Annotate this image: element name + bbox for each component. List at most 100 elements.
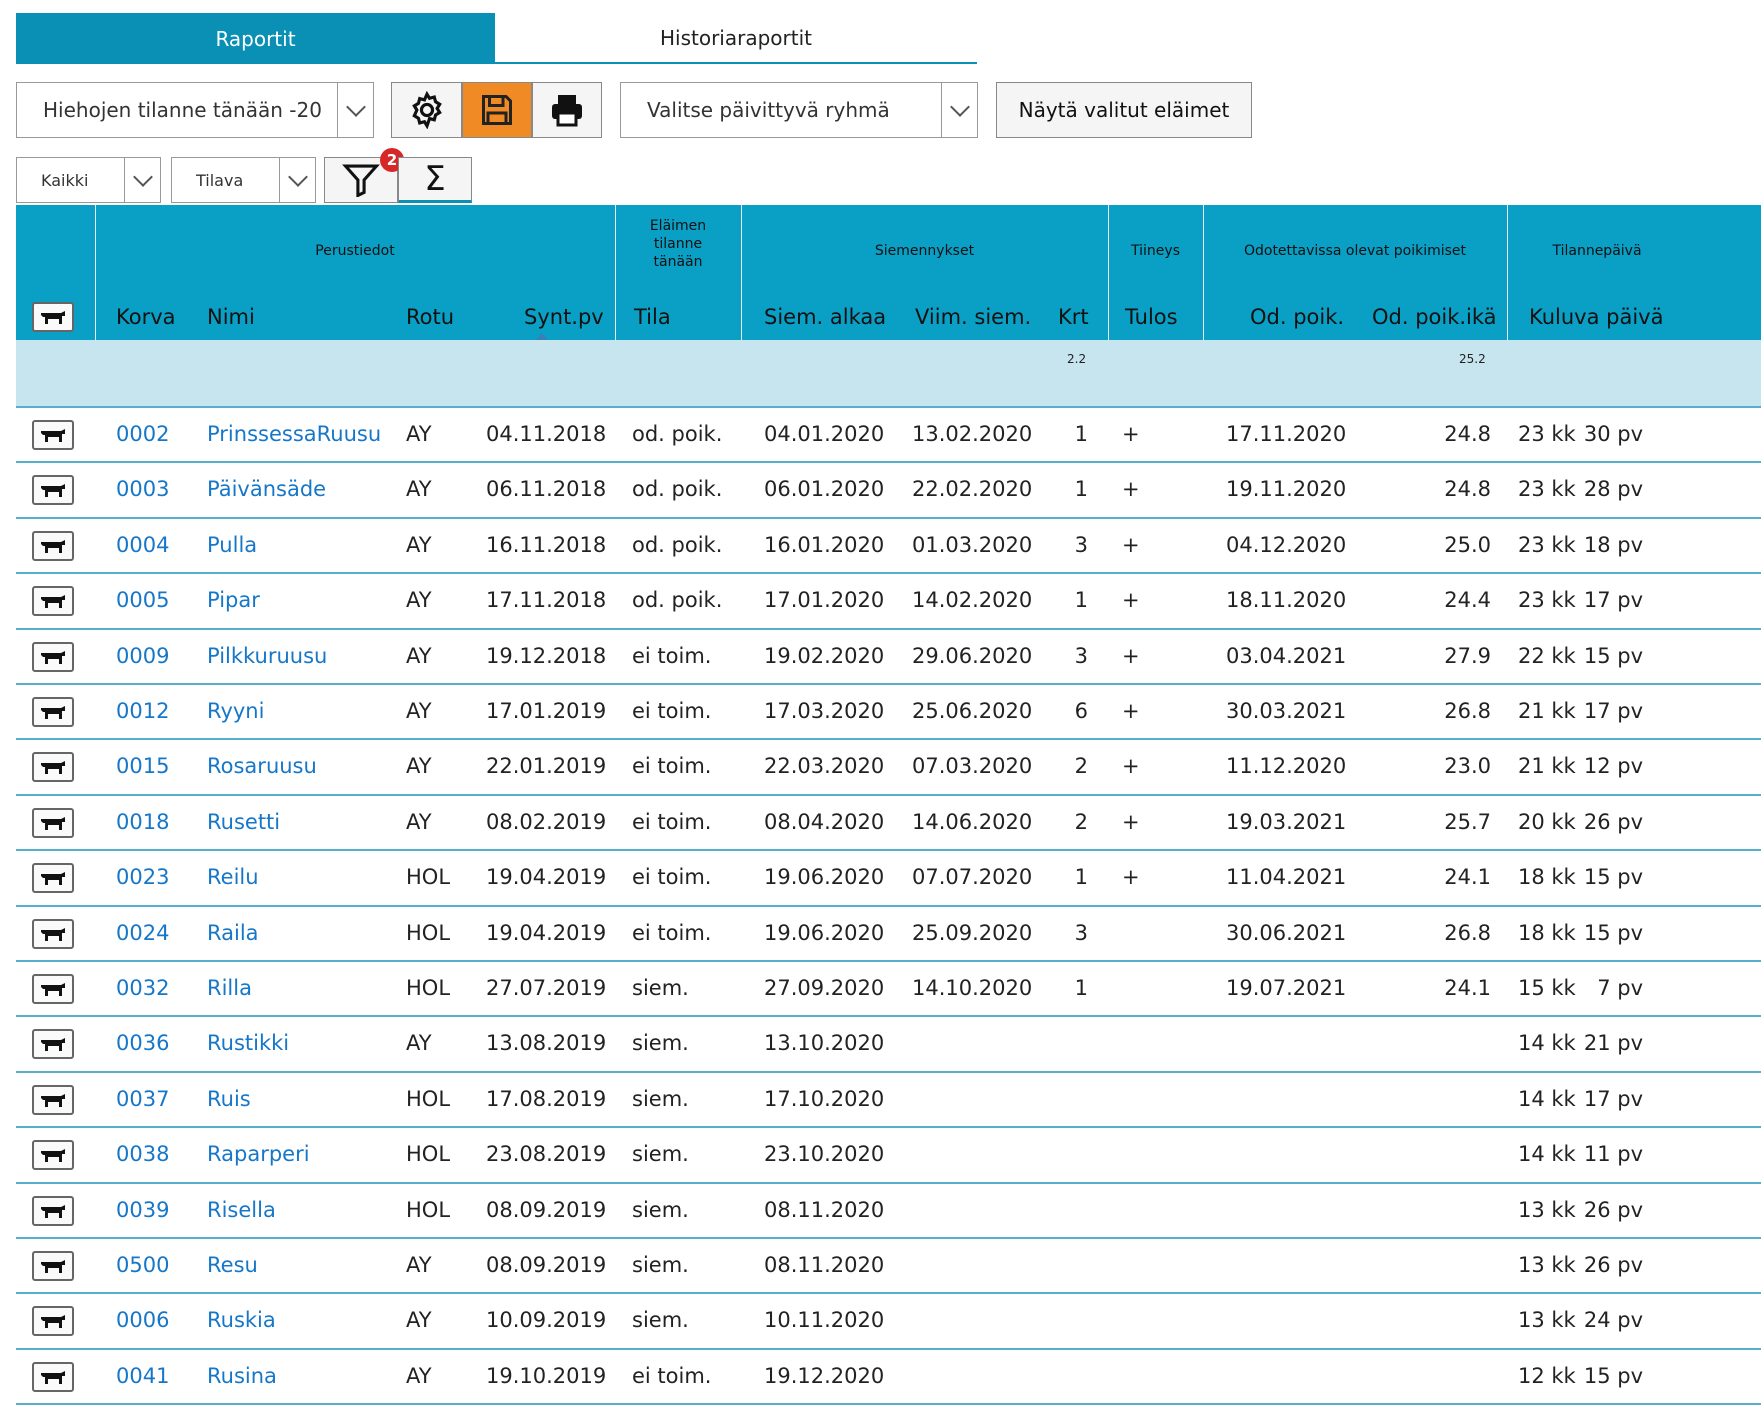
select-animal-button[interactable] [32,1029,74,1060]
insemination-start-cell: 17.03.2020 [764,699,885,723]
ear-tag-link[interactable]: 0002 [116,422,169,446]
print-button[interactable] [532,82,602,138]
animal-name-link[interactable]: Risella [207,1198,276,1222]
ear-tag-link[interactable]: 0003 [116,477,169,501]
ear-tag-link[interactable]: 0039 [116,1198,169,1222]
animal-name-link[interactable]: Pilkkuruusu [207,644,327,668]
animal-name-link[interactable]: Resu [207,1253,258,1277]
ear-tag-link[interactable]: 0500 [116,1253,169,1277]
insemination-start-cell: 17.01.2020 [764,588,885,613]
ear-tag-link[interactable]: 0018 [116,810,169,834]
ear-tag-link[interactable]: 0036 [116,1031,169,1055]
select-animal-button[interactable] [32,863,74,894]
tab-raportit[interactable]: Raportit [16,13,495,64]
ear-tag-link[interactable]: 0009 [116,644,169,668]
col-rotu[interactable]: Rotu [406,305,454,329]
breed-cell: HOL [406,1142,451,1167]
ear-tag-link[interactable]: 0004 [116,533,169,557]
expected-calving-cell: 17.11.2020 [1226,422,1347,446]
pregnancy-result-cell: + [1122,809,1140,834]
animal-name-link[interactable]: PrinssessaRuusu [207,422,381,446]
tab-historiaraportit[interactable]: Historiaraportit [495,13,977,64]
ear-tag-link[interactable]: 0012 [116,699,169,723]
ear-tag-link[interactable]: 0023 [116,865,169,889]
animal-name-link[interactable]: Päivänsäde [207,477,326,501]
select-animal-button[interactable] [32,530,74,561]
select-animal-button[interactable] [32,918,74,949]
breed-cell: AY [406,1253,432,1277]
animal-name-link[interactable]: Rosaruusu [207,754,317,778]
select-animal-button[interactable] [32,641,74,672]
col-tulos[interactable]: Tulos [1125,305,1178,329]
ear-tag-link[interactable]: 0041 [116,1364,169,1388]
birth-date-cell: 10.09.2019 [486,1308,607,1333]
location-select[interactable]: Tilava [171,157,316,203]
scope-select[interactable]: Kaikki [16,157,161,203]
select-animal-button[interactable] [32,1084,74,1115]
ear-tag-link[interactable]: 0037 [116,1087,169,1111]
birth-date-cell: 17.01.2019 [486,699,607,723]
select-animal-button[interactable] [32,586,74,617]
settings-button[interactable] [391,82,462,138]
col-synt[interactable]: Synt.pv [524,305,604,329]
col-od-poik[interactable]: Od. poik. [1250,305,1344,329]
select-animal-button[interactable] [32,697,74,727]
age-months-cell: 15 kk [1518,976,1576,1000]
animal-name-link[interactable]: Raila [207,921,259,945]
expected-calving-cell: 30.06.2021 [1226,920,1347,945]
report-select[interactable]: Hiehojen tilanne tänään -20 [16,82,374,138]
select-animal-button[interactable] [32,1251,74,1281]
birth-date-cell: 08.02.2019 [486,809,607,834]
ear-tag-link[interactable]: 0032 [116,976,169,1000]
animal-name-link[interactable]: Ruis [207,1087,251,1111]
sum-button[interactable]: Σ [398,157,472,203]
col-korva[interactable]: Korva [116,305,176,329]
select-animal-button[interactable] [32,1306,74,1337]
select-animal-button[interactable] [32,807,74,838]
col-tila[interactable]: Tila [634,305,671,329]
animal-name-link[interactable]: Ruskia [207,1308,276,1332]
select-animal-button[interactable] [32,1195,74,1226]
animal-name-link[interactable]: Ryyni [207,699,264,723]
animal-name-link[interactable]: Reilu [207,865,259,889]
animal-name-link[interactable]: Rilla [207,976,252,1000]
ear-tag-link[interactable]: 0015 [116,754,169,778]
animal-name-link[interactable]: Rusetti [207,810,280,834]
gear-icon [411,91,442,129]
select-animal-button[interactable] [32,475,74,506]
select-animal-button[interactable] [32,420,74,450]
insemination-count-cell: 6 [1074,699,1088,723]
select-animal-button[interactable] [32,752,74,783]
col-viim-siem[interactable]: Viim. siem. [915,305,1031,329]
animal-name-link[interactable]: Pipar [207,588,260,612]
animal-name-link[interactable]: Pulla [207,533,257,557]
insemination-start-cell: 10.11.2020 [764,1308,885,1333]
calving-age-cell: 25.0 [1444,532,1491,557]
select-animal-button[interactable] [32,1361,74,1392]
col-krt[interactable]: Krt [1058,305,1089,329]
select-animal-button[interactable] [32,974,74,1004]
status-cell: siem. [632,1031,689,1056]
col-kuluva-paiva[interactable]: Kuluva päivä [1529,305,1663,329]
animal-name-link[interactable]: Rustikki [207,1031,289,1055]
col-siem-alkaa[interactable]: Siem. alkaa [764,305,886,329]
breed-cell: HOL [406,976,451,1000]
ear-tag-link[interactable]: 0006 [116,1308,169,1332]
breed-cell: AY [406,532,432,557]
row-divider [16,849,1761,852]
cow-icon [41,816,65,830]
show-selected-animals-button[interactable]: Näytä valitut eläimet [996,82,1252,138]
ear-tag-link[interactable]: 0038 [116,1142,169,1166]
ear-tag-link[interactable]: 0005 [116,588,169,612]
breed-cell: AY [406,422,432,446]
select-animal-button[interactable] [32,1140,74,1171]
ear-tag-link[interactable]: 0024 [116,921,169,945]
summary-od-poik-ika: 25.2 [1459,352,1486,366]
animal-name-link[interactable]: Rusina [207,1364,277,1388]
select-all-animals-button[interactable] [32,302,74,332]
col-od-poik-ika[interactable]: Od. poik.ikä [1372,305,1497,329]
save-button[interactable] [462,82,532,138]
col-nimi[interactable]: Nimi [207,305,255,329]
animal-name-link[interactable]: Raparperi [207,1142,310,1166]
group-select[interactable]: Valitse päivittyvä ryhmä [620,82,978,138]
